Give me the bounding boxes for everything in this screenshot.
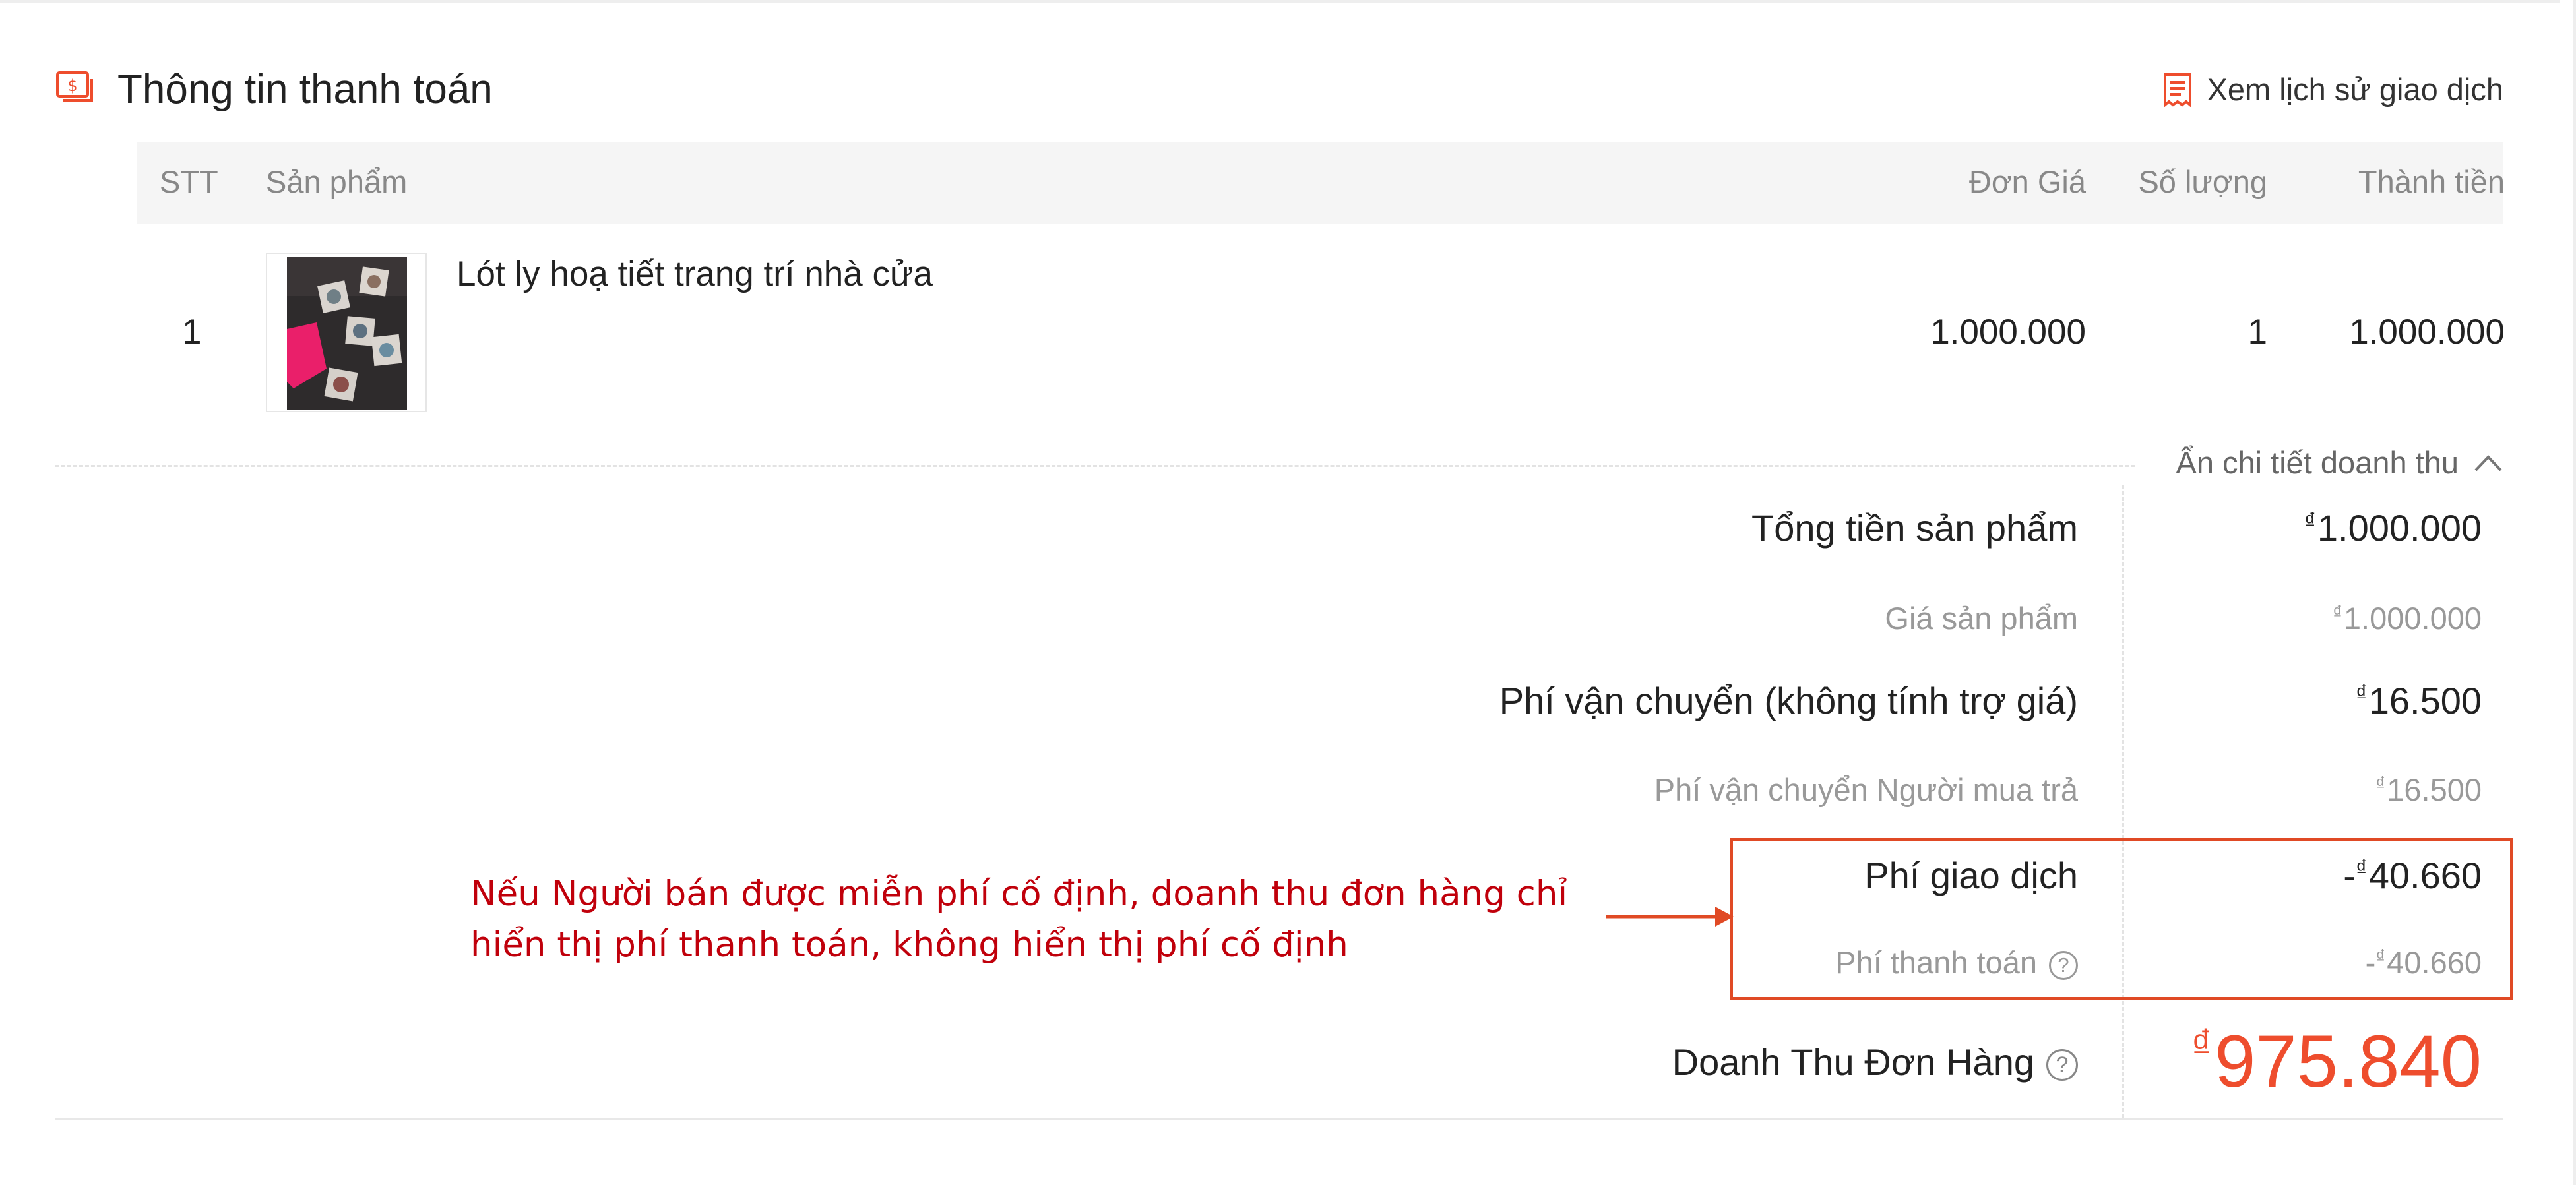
toggle-label: Ẩn chi tiết doanh thu [2176, 445, 2459, 480]
amount: 1.000.000 [2343, 601, 2482, 636]
transaction-history-link[interactable]: Xem lịch sử giao dịch [2162, 71, 2503, 107]
amount: 16.500 [2368, 680, 2482, 721]
row-stt: 1 [182, 313, 202, 351]
product-price-label: Giá sản phẩm [1885, 601, 2078, 636]
header-unit-price: Đơn Giá [1968, 164, 2086, 199]
amount: 975.840 [2215, 1020, 2482, 1103]
receipt-icon [2163, 73, 2191, 107]
section-title: Thông tin thanh toán [117, 67, 493, 112]
product-thumbnail[interactable] [266, 253, 427, 412]
chevron-up-icon [2474, 454, 2502, 471]
order-revenue-value: ₫975.840 [2191, 1019, 2482, 1104]
header-quantity: Số lượng [2138, 164, 2267, 199]
currency-symbol: ₫ [2191, 1021, 2213, 1067]
currency-symbol: ₫ [2332, 601, 2342, 623]
highlight-box [1730, 838, 2513, 1000]
header-stt: STT [160, 164, 218, 199]
hide-revenue-details-toggle[interactable]: Ẩn chi tiết doanh thu [2176, 444, 2503, 481]
header-product: Sản phẩm [266, 164, 408, 199]
product-name[interactable]: Lót ly hoạ tiết trang trí nhà cửa [456, 254, 933, 294]
currency-symbol: ₫ [2355, 681, 2368, 706]
row-total: 1.000.000 [2349, 313, 2505, 351]
order-revenue-label: Doanh Thu Đơn Hàng? [1672, 1041, 2078, 1083]
arrow-right-icon [1606, 907, 1734, 927]
details-divider [55, 465, 2135, 467]
product-total-label: Tổng tiền sản phẩm [1751, 507, 2078, 549]
buyer-shipping-fee-label: Phí vận chuyển Người mua trả [1654, 772, 2078, 807]
panel-top-border [0, 0, 2560, 3]
row-quantity: 1 [2247, 313, 2267, 351]
svg-text:$: $ [67, 76, 77, 95]
panel-right-border [2573, 0, 2576, 1185]
buyer-shipping-fee-value: ₫16.500 [2375, 772, 2482, 808]
shipping-fee-value: ₫16.500 [2356, 679, 2482, 722]
currency-symbol: ₫ [2375, 773, 2386, 795]
help-icon[interactable]: ? [2046, 1049, 2078, 1081]
shipping-fee-label: Phí vận chuyển (không tính trợ giá) [1499, 680, 2078, 721]
order-revenue-text: Doanh Thu Đơn Hàng [1672, 1041, 2034, 1083]
product-image [287, 257, 407, 410]
header-total: Thành tiền [2358, 164, 2505, 199]
payment-money-icon: $ [55, 71, 94, 105]
product-total-value: ₫1.000.000 [2304, 506, 2482, 549]
bottom-divider [55, 1118, 2503, 1120]
details-column-divider [2122, 485, 2124, 1118]
annotation-note: Nếu Người bán được miễn phí cố định, doa… [470, 874, 1568, 965]
amount: 1.000.000 [2317, 507, 2482, 549]
product-price-value: ₫1.000.000 [2333, 600, 2482, 636]
history-link-label: Xem lịch sử giao dịch [2207, 72, 2503, 107]
row-unit-price: 1.000.000 [1930, 313, 2086, 351]
amount: 16.500 [2387, 772, 2482, 807]
currency-symbol: ₫ [2304, 508, 2316, 533]
